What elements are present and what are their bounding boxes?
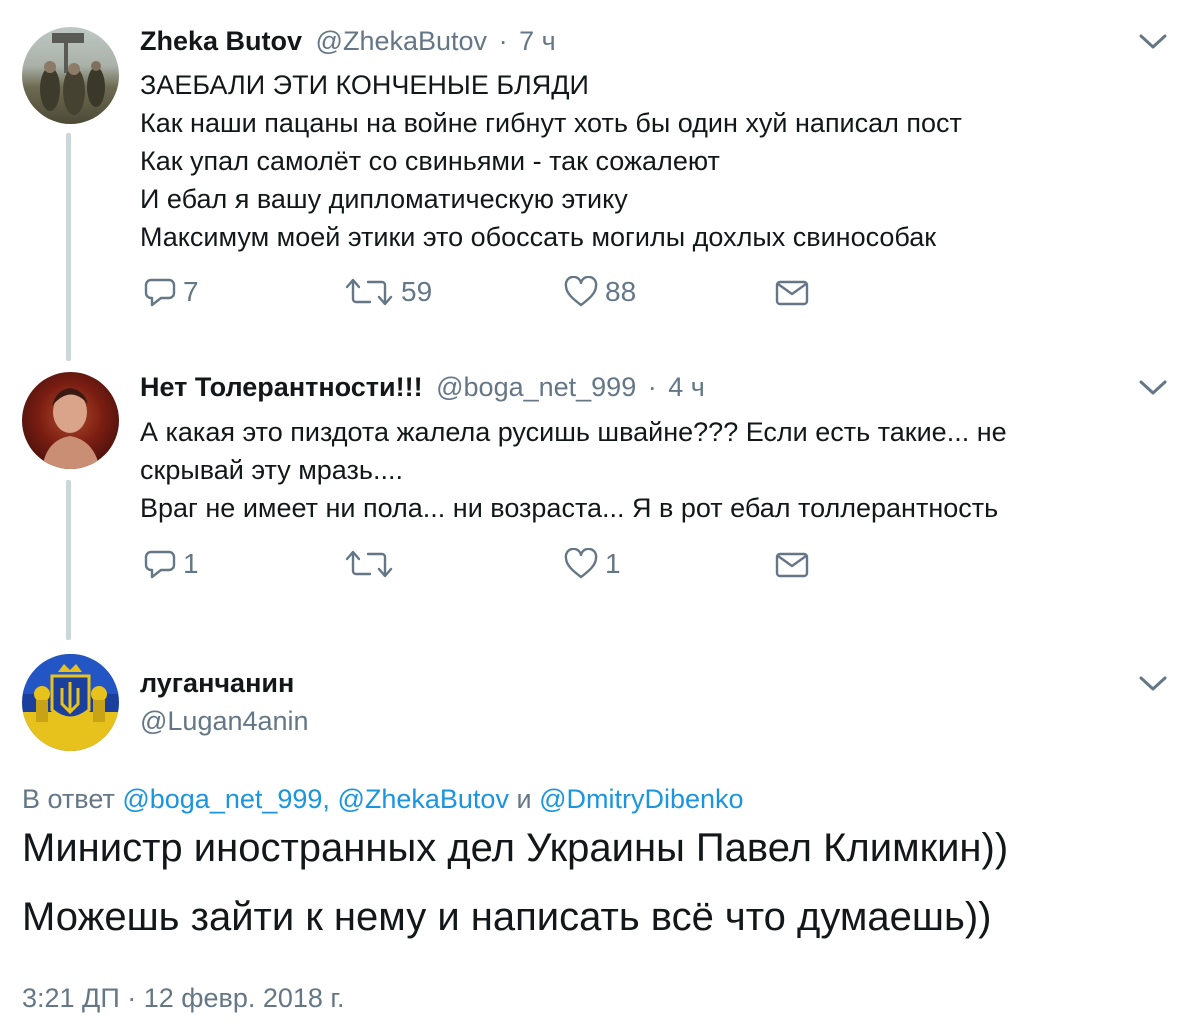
avatar[interactable] <box>22 27 119 124</box>
retweet-count: 59 <box>401 276 433 307</box>
retweet-icon <box>345 550 393 578</box>
reply-button[interactable]: 7 <box>143 276 199 308</box>
main-tweet-text-line: Министр иностранных дел Украины Павел Кл… <box>22 826 1009 870</box>
separator: · <box>647 372 657 402</box>
display-name[interactable]: Нет Толерантности!!! <box>140 372 423 402</box>
reply-count: 1 <box>183 548 199 579</box>
reply-prefix: В ответ <box>22 784 115 814</box>
like-button[interactable]: 1 <box>563 548 621 580</box>
mention-link[interactable]: @boga_net_999, <box>122 784 330 814</box>
dm-button[interactable] <box>774 550 810 580</box>
like-icon <box>564 276 598 307</box>
tweet-text-line: Максимум моей этики это обоссать могилы … <box>140 222 937 252</box>
dm-icon <box>775 280 809 306</box>
mention-link[interactable]: @DmitryDibenko <box>539 784 743 814</box>
reply-icon <box>144 278 176 307</box>
thread-line-2 <box>66 480 71 640</box>
main-tweet-text-line: Можешь зайти к нему и написать всё что д… <box>22 895 992 939</box>
dm-icon <box>775 552 809 578</box>
tweet-text-line: Как наши пацаны на войне гибнут хоть бы … <box>140 108 962 138</box>
reply-button[interactable]: 1 <box>143 548 199 580</box>
like-count: 88 <box>605 276 637 307</box>
mention-link[interactable]: @ZhekaButov <box>337 784 509 814</box>
retweet-button[interactable] <box>343 548 401 580</box>
chevron-down-icon[interactable] <box>1138 674 1168 694</box>
reply-and: и <box>516 784 532 814</box>
tweet-text-line: А какая это пиздота жалела русишь швайне… <box>140 417 1007 447</box>
user-handle[interactable]: @ZhekaButov <box>316 26 488 56</box>
avatar[interactable] <box>22 654 119 751</box>
like-count: 1 <box>605 548 621 579</box>
tweet-time[interactable]: 7 ч <box>519 26 556 56</box>
tweet-text-line: скрывай эту мразь.... <box>140 455 403 485</box>
retweet-icon <box>345 278 393 306</box>
user-handle[interactable]: @boga_net_999 <box>436 372 636 402</box>
tweet-time[interactable]: 4 ч <box>668 372 705 402</box>
reply-icon <box>144 550 176 579</box>
tweet-header: Нет Толерантности!!! @boga_net_999 · 4 ч <box>140 372 705 403</box>
tweet-timestamp[interactable]: 3:21 ДП · 12 февр. 2018 г. <box>22 983 344 1014</box>
tweet-text-line: Враг не имеет ни пола... ни возраста... … <box>140 493 999 523</box>
retweet-button[interactable]: 59 <box>343 276 432 308</box>
chevron-down-icon[interactable] <box>1138 378 1168 398</box>
reply-context: В ответ @boga_net_999, @ZhekaButov и @Dm… <box>22 784 744 815</box>
display-name[interactable]: луганчанин <box>140 668 294 699</box>
chevron-down-icon[interactable] <box>1138 32 1168 52</box>
tweet-text-line: И ебал я вашу дипломатическую этику <box>140 184 628 214</box>
avatar-photo <box>42 388 100 469</box>
tweet-header: Zheka Butov @ZhekaButov · 7 ч <box>140 26 556 57</box>
tweet-text-line: Как упал самолёт со свиньями - так сожал… <box>140 146 720 176</box>
thread-line-1 <box>66 133 71 361</box>
separator: · <box>498 26 508 56</box>
avatar-photo <box>40 33 105 115</box>
coat-of-arms-avatar <box>22 654 119 751</box>
dm-button[interactable] <box>774 278 810 308</box>
avatar[interactable] <box>22 372 119 469</box>
tweet-text-line: ЗАЕБАЛИ ЭТИ КОНЧЕНЫЕ БЛЯДИ <box>140 70 589 100</box>
display-name[interactable]: Zheka Butov <box>140 26 302 56</box>
like-button[interactable]: 88 <box>563 276 636 308</box>
like-icon <box>564 548 598 579</box>
user-handle[interactable]: @Lugan4anin <box>140 706 309 737</box>
reply-count: 7 <box>183 276 199 307</box>
